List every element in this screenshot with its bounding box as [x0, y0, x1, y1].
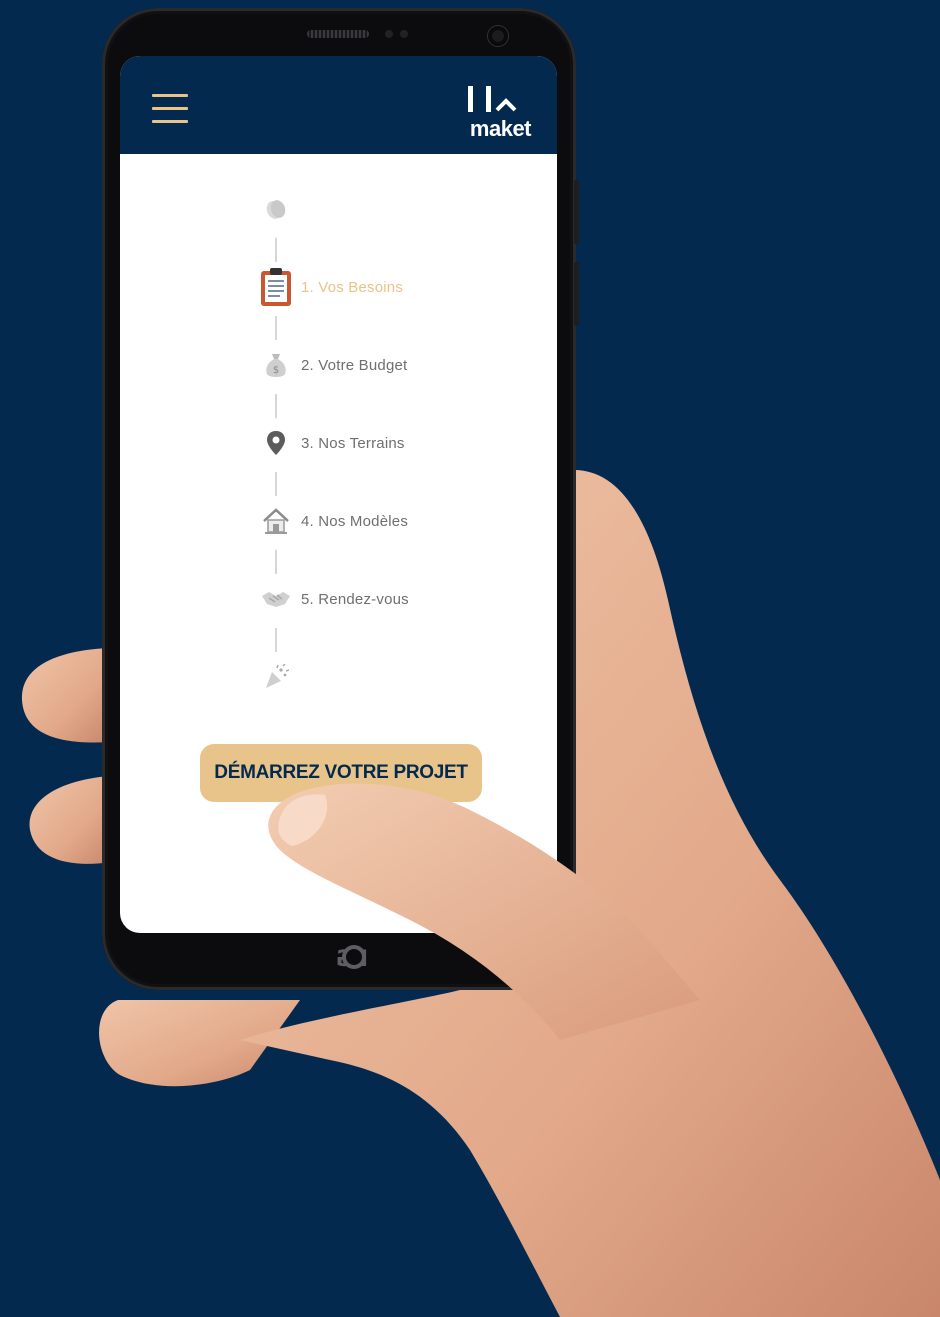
phone-top-bezel [102, 8, 576, 56]
volume-down-button [574, 262, 579, 326]
svg-text:$: $ [273, 365, 279, 376]
timeline-connector [275, 316, 277, 340]
timeline-connector [275, 238, 277, 262]
phone-screen: maket 1. Vos Besoins $ 2. Votre Budget 3… [120, 56, 557, 933]
scene: maket 1. Vos Besoins $ 2. Votre Budget 3… [0, 0, 940, 1317]
start-project-button[interactable]: DÉMARREZ VOTRE PROJET [200, 744, 482, 802]
front-camera-icon [488, 26, 508, 46]
step-label-budget[interactable]: 2. Votre Budget [301, 357, 407, 374]
volume-up-button [574, 180, 579, 244]
clipboard-icon [256, 266, 296, 308]
timeline-connector [275, 472, 277, 496]
timeline-connector [275, 628, 277, 652]
timeline-connector [275, 550, 277, 574]
step-label-modeles[interactable]: 4. Nos Modèles [301, 513, 408, 530]
proximity-sensor [385, 30, 393, 38]
earpiece-speaker [307, 30, 369, 38]
handshake-icon [259, 582, 293, 616]
app-header: maket [120, 56, 557, 154]
step-label-terrains[interactable]: 3. Nos Terrains [301, 435, 405, 452]
device-brand-logo: LG [302, 942, 376, 972]
location-pin-icon [259, 426, 293, 460]
clap-hands-icon [259, 192, 293, 226]
money-bag-icon: $ [259, 348, 293, 382]
step-label-rendezvous[interactable]: 5. Rendez-vous [301, 591, 409, 608]
house-icon [259, 504, 293, 538]
timeline-connector [275, 394, 277, 418]
party-popper-icon [259, 660, 293, 694]
logo-text: maket [469, 116, 532, 141]
light-sensor [400, 30, 408, 38]
step-label-besoins[interactable]: 1. Vos Besoins [301, 279, 403, 296]
phone-device: maket 1. Vos Besoins $ 2. Votre Budget 3… [102, 8, 576, 990]
hamburger-menu-icon[interactable] [152, 94, 188, 124]
maket-logo[interactable]: maket [451, 80, 532, 142]
